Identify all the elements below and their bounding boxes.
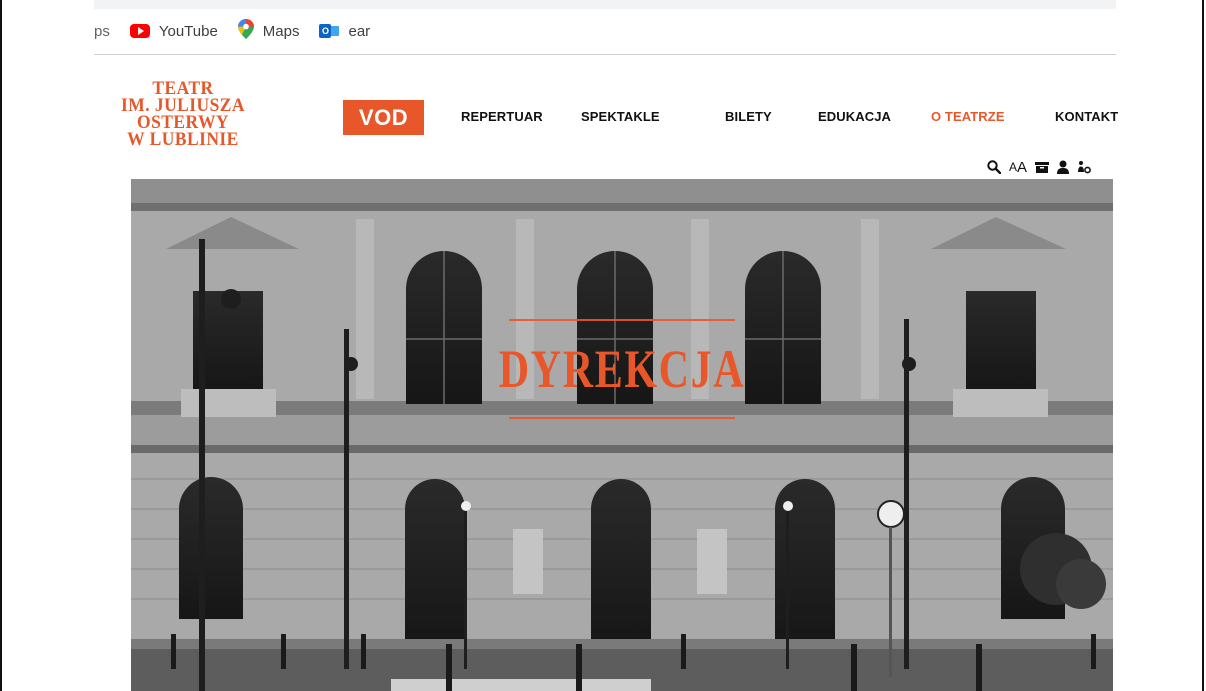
outlook-icon: O bbox=[319, 22, 340, 40]
bookmarks-bar: ps YouTube Maps O ear bbox=[94, 14, 1116, 48]
hero-title-block: DYREKCJA bbox=[499, 309, 744, 429]
browser-viewport: ps YouTube Maps O ear TEATR IM. JULIUSZA… bbox=[0, 0, 1204, 691]
vod-button[interactable]: VOD bbox=[343, 100, 424, 135]
font-size-icon[interactable]: AA bbox=[1009, 159, 1027, 176]
ticket-icon[interactable] bbox=[1035, 161, 1050, 173]
bookmark-apps-label: ps bbox=[94, 22, 110, 40]
theatre-building-photo bbox=[131, 179, 1113, 691]
nav-kontakt[interactable]: KONTAKT bbox=[1055, 109, 1118, 124]
search-icon[interactable] bbox=[987, 160, 1001, 174]
hero-title-top-rule bbox=[509, 319, 735, 321]
nav-edukacja[interactable]: EDUKACJA bbox=[818, 109, 891, 124]
bookmark-youtube-label: YouTube bbox=[158, 22, 218, 40]
bookmarks-divider bbox=[94, 54, 1116, 55]
hero-title-bottom-rule bbox=[509, 417, 735, 419]
font-size-large: A bbox=[1017, 158, 1028, 176]
bookmark-maps-label: Maps bbox=[262, 22, 300, 40]
address-bar-remnant[interactable] bbox=[94, 0, 1116, 9]
bookmark-apps[interactable]: ps bbox=[94, 23, 110, 40]
bookmark-youtube[interactable]: YouTube bbox=[129, 22, 218, 40]
font-size-small: A bbox=[1009, 160, 1018, 174]
bookmark-outlook[interactable]: O ear bbox=[319, 22, 370, 40]
header-tools: AA bbox=[987, 157, 1099, 177]
accessibility-icon[interactable] bbox=[1077, 160, 1091, 174]
bookmark-maps[interactable]: Maps bbox=[237, 19, 300, 43]
nav-o-teatrze[interactable]: O TEATRZE bbox=[931, 109, 1005, 124]
nav-spektakle[interactable]: SPEKTAKLE bbox=[581, 109, 660, 124]
logo-line-4: W LUBLINIE bbox=[127, 129, 239, 150]
theatre-logo[interactable]: TEATR IM. JULIUSZA OSTERWY W LUBLINIE bbox=[113, 79, 253, 150]
user-icon[interactable] bbox=[1057, 160, 1070, 174]
maps-icon bbox=[237, 19, 254, 43]
youtube-icon bbox=[129, 24, 150, 38]
hero-title: DYREKCJA bbox=[498, 339, 746, 399]
bookmark-outlook-label: ear bbox=[348, 22, 371, 40]
hero-image: DYREKCJA bbox=[131, 179, 1113, 691]
nav-bilety[interactable]: BILETY bbox=[725, 109, 772, 124]
nav-repertuar[interactable]: REPERTUAR bbox=[461, 109, 543, 124]
